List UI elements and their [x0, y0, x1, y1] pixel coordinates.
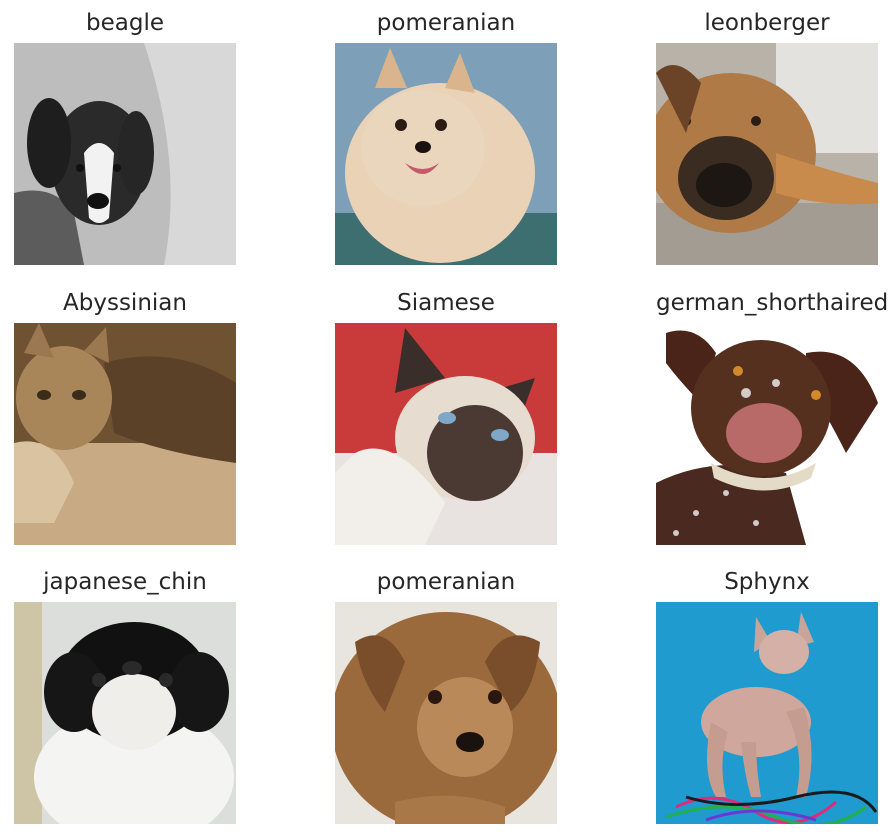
pet-photo-pomeranian-puppy [335, 602, 557, 824]
image-label: Abyssinian [63, 290, 187, 316]
image-label: pomeranian [376, 10, 516, 36]
pet-photo-beagle [14, 43, 236, 265]
image-label: leonberger [704, 10, 830, 36]
pet-photo-siamese [335, 323, 557, 545]
pet-photo-sphynx [656, 602, 878, 824]
image-label: Sphynx [724, 569, 810, 595]
image-label: japanese_chin [43, 569, 207, 595]
pet-photo-pomeranian [335, 43, 557, 265]
image-label: german_shorthaired [656, 290, 889, 316]
pet-photo-japanese-chin [14, 602, 236, 824]
pet-photo-leonberger [656, 43, 878, 265]
image-label: beagle [86, 10, 164, 36]
pet-photo-abyssinian [14, 323, 236, 545]
image-label: pomeranian [376, 569, 516, 595]
image-label: Siamese [397, 290, 495, 316]
pet-photo-german-shorthaired [656, 323, 878, 545]
